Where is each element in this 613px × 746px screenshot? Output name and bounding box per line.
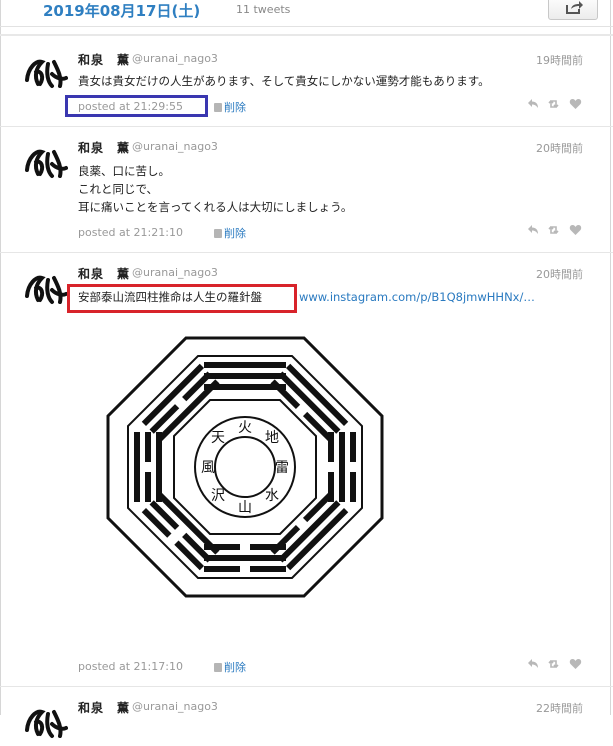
tweet-time[interactable]: 20時間前	[536, 140, 583, 156]
delete-label: 削除	[224, 661, 246, 674]
trash-icon	[214, 103, 222, 112]
favorite-icon[interactable]	[569, 658, 582, 670]
delete-label: 削除	[224, 227, 246, 240]
bagua-char: 水	[265, 488, 279, 504]
highlight-box-blue	[65, 95, 208, 117]
delete-link[interactable]: 削除	[214, 659, 246, 675]
user-handle[interactable]: @uranai_nago3	[132, 700, 218, 713]
posted-at: posted at 21:17:10	[78, 660, 183, 673]
tweet-actions	[527, 98, 583, 110]
bagua-char: 山	[238, 500, 252, 516]
user-name[interactable]: 和泉 薫	[78, 265, 130, 282]
tweet-actions	[527, 224, 583, 236]
highlight-box-red	[67, 284, 297, 313]
delete-label: 削除	[224, 101, 246, 114]
bagua-char: 雷	[275, 460, 289, 476]
user-name[interactable]: 和泉 薫	[78, 699, 130, 716]
reply-icon[interactable]	[527, 98, 539, 110]
share-icon	[566, 1, 583, 14]
reply-icon[interactable]	[527, 658, 539, 670]
tweet-item: 和泉 薫 @uranai_nago3 22時間前	[0, 686, 613, 738]
tweet-text: 良薬、口に苦し。	[78, 164, 170, 178]
tweet-item: 和泉 薫 @uranai_nago3 20時間前 良薬、口に苦し。 これと同じで…	[0, 126, 613, 253]
retweet-icon[interactable]	[547, 224, 560, 236]
instagram-link[interactable]: www.instagram.com/p/B1Q8jmwHHNx/…	[299, 289, 535, 306]
user-name[interactable]: 和泉 薫	[78, 139, 130, 156]
reply-icon[interactable]	[527, 224, 539, 236]
retweet-icon[interactable]	[547, 658, 560, 670]
delete-link[interactable]: 削除	[214, 99, 246, 115]
avatar[interactable]	[22, 50, 68, 96]
retweet-icon[interactable]	[547, 98, 560, 110]
tweet-text: これと同じで、	[78, 182, 159, 196]
bagua-char: 地	[265, 430, 279, 446]
favorite-icon[interactable]	[569, 98, 582, 110]
delete-link[interactable]: 削除	[214, 225, 246, 241]
trash-icon	[214, 663, 222, 672]
bagua-char: 天	[211, 430, 225, 446]
tweet-count: 11 tweets	[236, 3, 291, 16]
bagua-image[interactable]: 火 地 雷 水 山 沢 風 天	[106, 336, 384, 598]
tweet-item: 和泉 薫 @uranai_nago3 20時間前 安部泰山流四柱推命は人生の羅針…	[0, 252, 613, 687]
tweet-actions	[527, 658, 583, 670]
tweet-time[interactable]: 20時間前	[536, 266, 583, 282]
user-handle[interactable]: @uranai_nago3	[132, 140, 218, 153]
day-date[interactable]: 2019年08月17日(土)	[43, 0, 200, 21]
bagua-char: 火	[238, 420, 252, 436]
user-name[interactable]: 和泉 薫	[78, 51, 130, 68]
avatar[interactable]	[22, 700, 68, 746]
trash-icon	[214, 229, 222, 238]
user-handle[interactable]: @uranai_nago3	[132, 266, 218, 279]
favorite-icon[interactable]	[569, 224, 582, 236]
posted-at: posted at 21:21:10	[78, 226, 183, 239]
tweet-text: 耳に痛いことを言ってくれる人は大切にしましょう。	[78, 200, 353, 214]
avatar[interactable]	[22, 140, 68, 186]
tweet-time[interactable]: 22時間前	[536, 700, 583, 716]
bagua-char: 風	[201, 460, 215, 476]
user-handle[interactable]: @uranai_nago3	[132, 52, 218, 65]
share-button[interactable]	[548, 0, 598, 20]
tweet-time[interactable]: 19時間前	[536, 52, 583, 68]
bagua-char: 沢	[211, 488, 225, 504]
day-header: 2019年08月17日(土) 11 tweets	[0, 0, 613, 27]
avatar[interactable]	[22, 266, 68, 312]
tweet-text: 貴女は貴女だけの人生があります、そして貴女にしかない運勢才能もあります。	[78, 74, 490, 88]
